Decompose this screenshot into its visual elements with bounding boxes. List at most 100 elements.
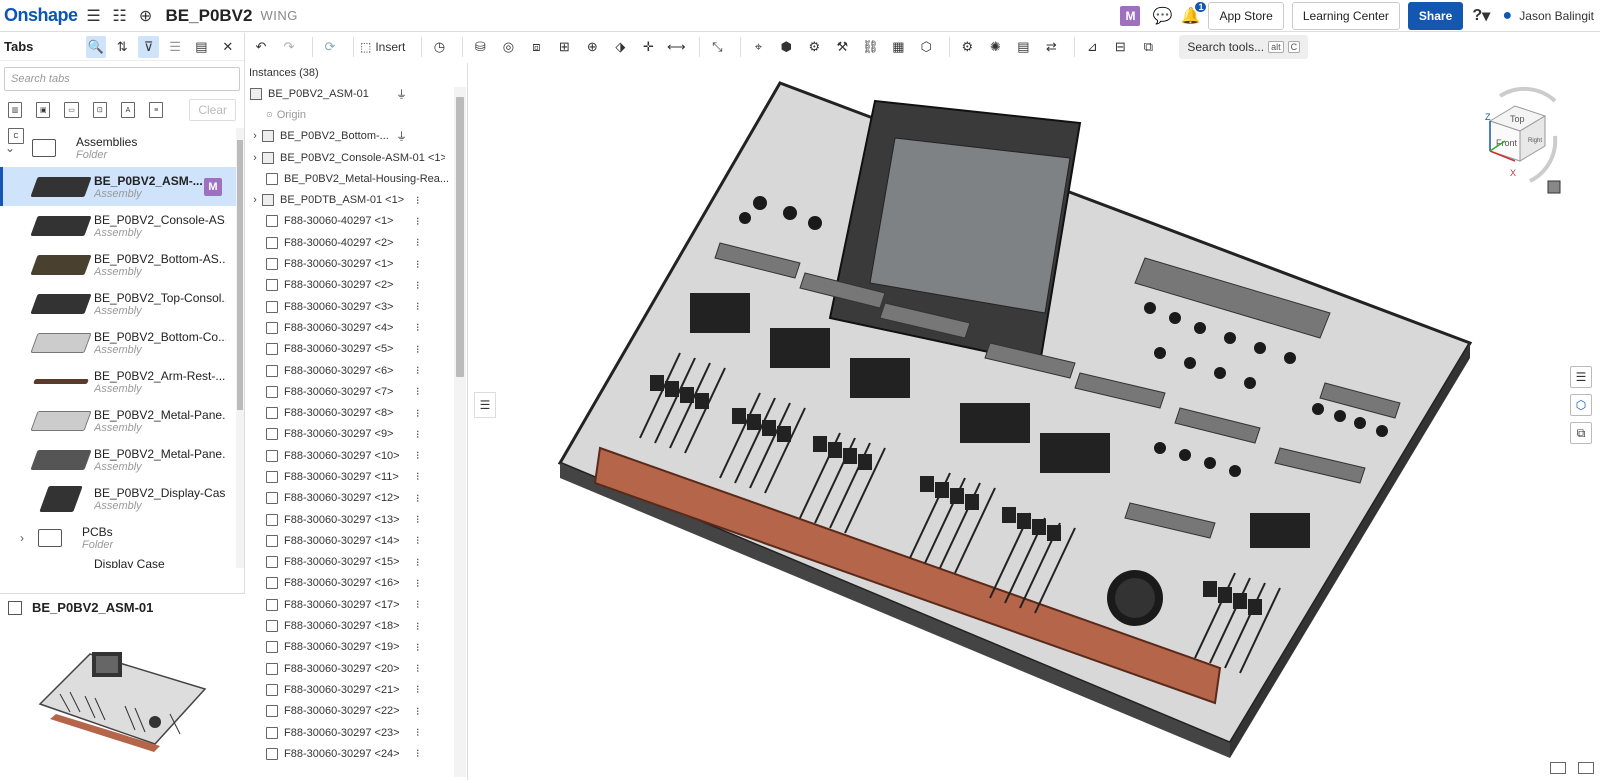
instance-row[interactable]: F88-30060-30297 <2> ⁝ (246, 275, 467, 296)
instance-row[interactable]: › BE_P0BV2_Console-ASM-01 <1> (246, 147, 467, 168)
instance-row[interactable]: F88-30060-30297 <13> ⁝ (246, 509, 467, 530)
section-view-icon[interactable]: ⊟ (1109, 36, 1131, 58)
history-icon[interactable]: ◷ (428, 36, 450, 58)
instance-row[interactable]: F88-30060-30297 <15> ⁝ (246, 552, 467, 573)
chevron-right-icon[interactable]: › (248, 130, 262, 142)
mate-indicator-icon[interactable]: ⁝ (416, 385, 420, 398)
view-cube-right[interactable]: Right (1528, 138, 1542, 144)
tab-folder-assemblies[interactable]: ⌄ Assemblies Folder (0, 128, 236, 167)
share-button[interactable]: Share (1407, 2, 1464, 30)
instance-row[interactable]: › BE_P0BV2_Bottom-... ⏚ (246, 126, 467, 147)
linear-relation-icon[interactable]: ▦ (887, 36, 909, 58)
explode-gear-icon[interactable]: ✺ (984, 36, 1006, 58)
tab-item[interactable]: BE_P0BV2_Console-AS... Assembly (0, 206, 236, 245)
menu-icon[interactable]: ☰ (84, 6, 104, 26)
instance-row[interactable]: › BE_P0DTB_ASM-01 <1> ⁝ (246, 189, 467, 210)
instance-row[interactable]: F88-30060-30297 <24> ⁝ (246, 743, 467, 764)
app-store-button[interactable]: App Store (1208, 2, 1284, 30)
graphics-viewport[interactable] (470, 63, 1600, 780)
bom-icon[interactable]: ⧉ (1570, 422, 1592, 444)
instance-root[interactable]: BE_P0BV2_ASM-01 ⏚ (246, 83, 467, 104)
insert-button[interactable]: ⬚ Insert (360, 40, 405, 54)
revolute-mate-icon[interactable]: ◎ (497, 36, 519, 58)
chevron-down-icon[interactable]: ⌄ (0, 141, 20, 155)
instance-origin[interactable]: ⊙ Origin (246, 104, 467, 125)
file-filter-icon[interactable]: ≡ (149, 102, 164, 118)
tabs-scrollbar[interactable] (236, 128, 244, 568)
instance-row[interactable]: F88-30060-30297 <9> ⁝ (246, 424, 467, 445)
instance-row[interactable]: F88-30060-30297 <23> ⁝ (246, 722, 467, 743)
mate-indicator-icon[interactable]: ⁝ (416, 577, 420, 590)
gear-relation-icon[interactable]: ⚙ (803, 36, 825, 58)
mate-indicator-icon[interactable]: ⁝ (416, 726, 420, 739)
instance-row[interactable]: F88-30060-40297 <1> ⁝ (246, 211, 467, 232)
instance-row[interactable]: F88-30060-30297 <6> ⁝ (246, 360, 467, 381)
move-icon[interactable]: ⇄ (1040, 36, 1062, 58)
instance-row[interactable]: F88-30060-30297 <4> ⁝ (246, 317, 467, 338)
mate-indicator-icon[interactable]: ⁝ (416, 343, 420, 356)
cylindrical-mate-icon[interactable]: ⊞ (553, 36, 575, 58)
fixed-ground-icon[interactable]: ⏚ (396, 86, 407, 102)
onshape-logo[interactable]: Onshape (4, 5, 78, 26)
assembly-filter-icon[interactable]: ▥ (8, 102, 23, 118)
mate-indicator-icon[interactable]: ⁝ (416, 407, 420, 420)
parallel-mate-icon[interactable]: ✛ (637, 36, 659, 58)
instance-row[interactable]: F88-30060-30297 <11> ⁝ (246, 466, 467, 487)
tab-item[interactable]: BE_P0BV2_ASM-... Assembly M (0, 167, 236, 206)
tab-item[interactable]: BE_P0BV2_Bottom-Co... Assembly (0, 323, 236, 362)
chat-icon[interactable]: 💬 (1152, 6, 1173, 26)
mate-indicator-icon[interactable]: ⁝ (416, 449, 420, 462)
mate-indicator-icon[interactable]: ⁝ (416, 534, 420, 547)
tangent-mate-icon[interactable]: ⤡ (706, 36, 728, 58)
instance-row[interactable]: F88-30060-30297 <3> ⁝ (246, 296, 467, 317)
mate-indicator-icon[interactable]: ⁝ (416, 598, 420, 611)
pattern-icon[interactable]: ▤ (1012, 36, 1034, 58)
mate-indicator-icon[interactable]: ⁝ (416, 428, 420, 441)
tab-folder-pcbs[interactable]: › PCBs Folder (0, 518, 236, 557)
mate-indicator-icon[interactable]: ⁝ (416, 258, 420, 271)
instances-scrollbar[interactable] (454, 87, 466, 777)
instance-row[interactable]: F88-30060-30297 <8> ⁝ (246, 402, 467, 423)
clear-filters-button[interactable]: Clear (189, 99, 236, 121)
instance-row[interactable]: F88-30060-30297 <7> ⁝ (246, 381, 467, 402)
slider-mate-icon[interactable]: ⧈ (525, 36, 547, 58)
instance-row[interactable]: BE_P0BV2_Metal-Housing-Rea... (246, 168, 467, 189)
mate-connector-icon[interactable]: ⌖ (747, 36, 769, 58)
tab-item[interactable]: BE_P0BV2_Metal-Pane... Assembly (0, 401, 236, 440)
pdf-filter-icon[interactable]: A (120, 102, 136, 118)
mate-indicator-icon[interactable]: ⁝ (416, 321, 420, 334)
planar-mate-icon[interactable]: ⬗ (609, 36, 631, 58)
tab-item[interactable]: BE_P0BV2_Top-Consol... Assembly (0, 284, 236, 323)
tab-item[interactable]: BE_P0BV2_Metal-Pane... Assembly (0, 440, 236, 479)
instance-row[interactable]: F88-30060-30297 <12> ⁝ (246, 488, 467, 509)
workspace-name[interactable]: WING (260, 8, 297, 23)
transparency-icon[interactable] (1578, 762, 1594, 774)
fastened-mate-icon[interactable]: ⛁ (469, 36, 491, 58)
detail-view-icon[interactable]: ▤ (191, 36, 211, 58)
chevron-right-icon[interactable]: › (248, 194, 262, 206)
instance-row[interactable]: F88-30060-40297 <2> ⁝ (246, 232, 467, 253)
mate-indicator-icon[interactable]: ⁝ (416, 492, 420, 505)
learning-center-button[interactable]: Learning Center (1291, 2, 1400, 30)
group-icon[interactable]: ⬢ (775, 36, 797, 58)
mate-indicator-icon[interactable]: ⁝ (416, 194, 420, 207)
user-icon[interactable]: ● (1497, 6, 1517, 26)
tab-item[interactable]: BE_P0BV2_Arm-Rest-... Assembly (0, 362, 236, 401)
instance-row[interactable]: F88-30060-30297 <22> ⁝ (246, 701, 467, 722)
properties-icon[interactable]: ☰ (1570, 366, 1592, 388)
measure-icon[interactable]: ⊿ (1081, 36, 1103, 58)
mate-indicator-icon[interactable]: ⁝ (416, 705, 420, 718)
add-icon[interactable]: ⊕ (136, 6, 156, 26)
instance-row[interactable]: F88-30060-30297 <17> ⁝ (246, 594, 467, 615)
chevron-right-icon[interactable]: › (248, 152, 262, 164)
search-tools-button[interactable]: Search tools... alt C (1179, 35, 1309, 59)
mass-properties-icon[interactable]: ⧉ (1137, 36, 1159, 58)
mate-indicator-icon[interactable]: ⁝ (416, 279, 420, 292)
mate-indicator-icon[interactable]: ⁝ (416, 236, 420, 249)
view-cube-top[interactable]: Top (1510, 114, 1525, 124)
replicate-icon[interactable]: ⬡ (915, 36, 937, 58)
user-name[interactable]: Jason Balingit (1519, 9, 1594, 23)
feature-list-icon[interactable]: ☷ (110, 6, 130, 26)
partstudio-filter-icon[interactable]: ▣ (36, 102, 51, 118)
tab-item[interactable]: Display Case (0, 557, 236, 568)
